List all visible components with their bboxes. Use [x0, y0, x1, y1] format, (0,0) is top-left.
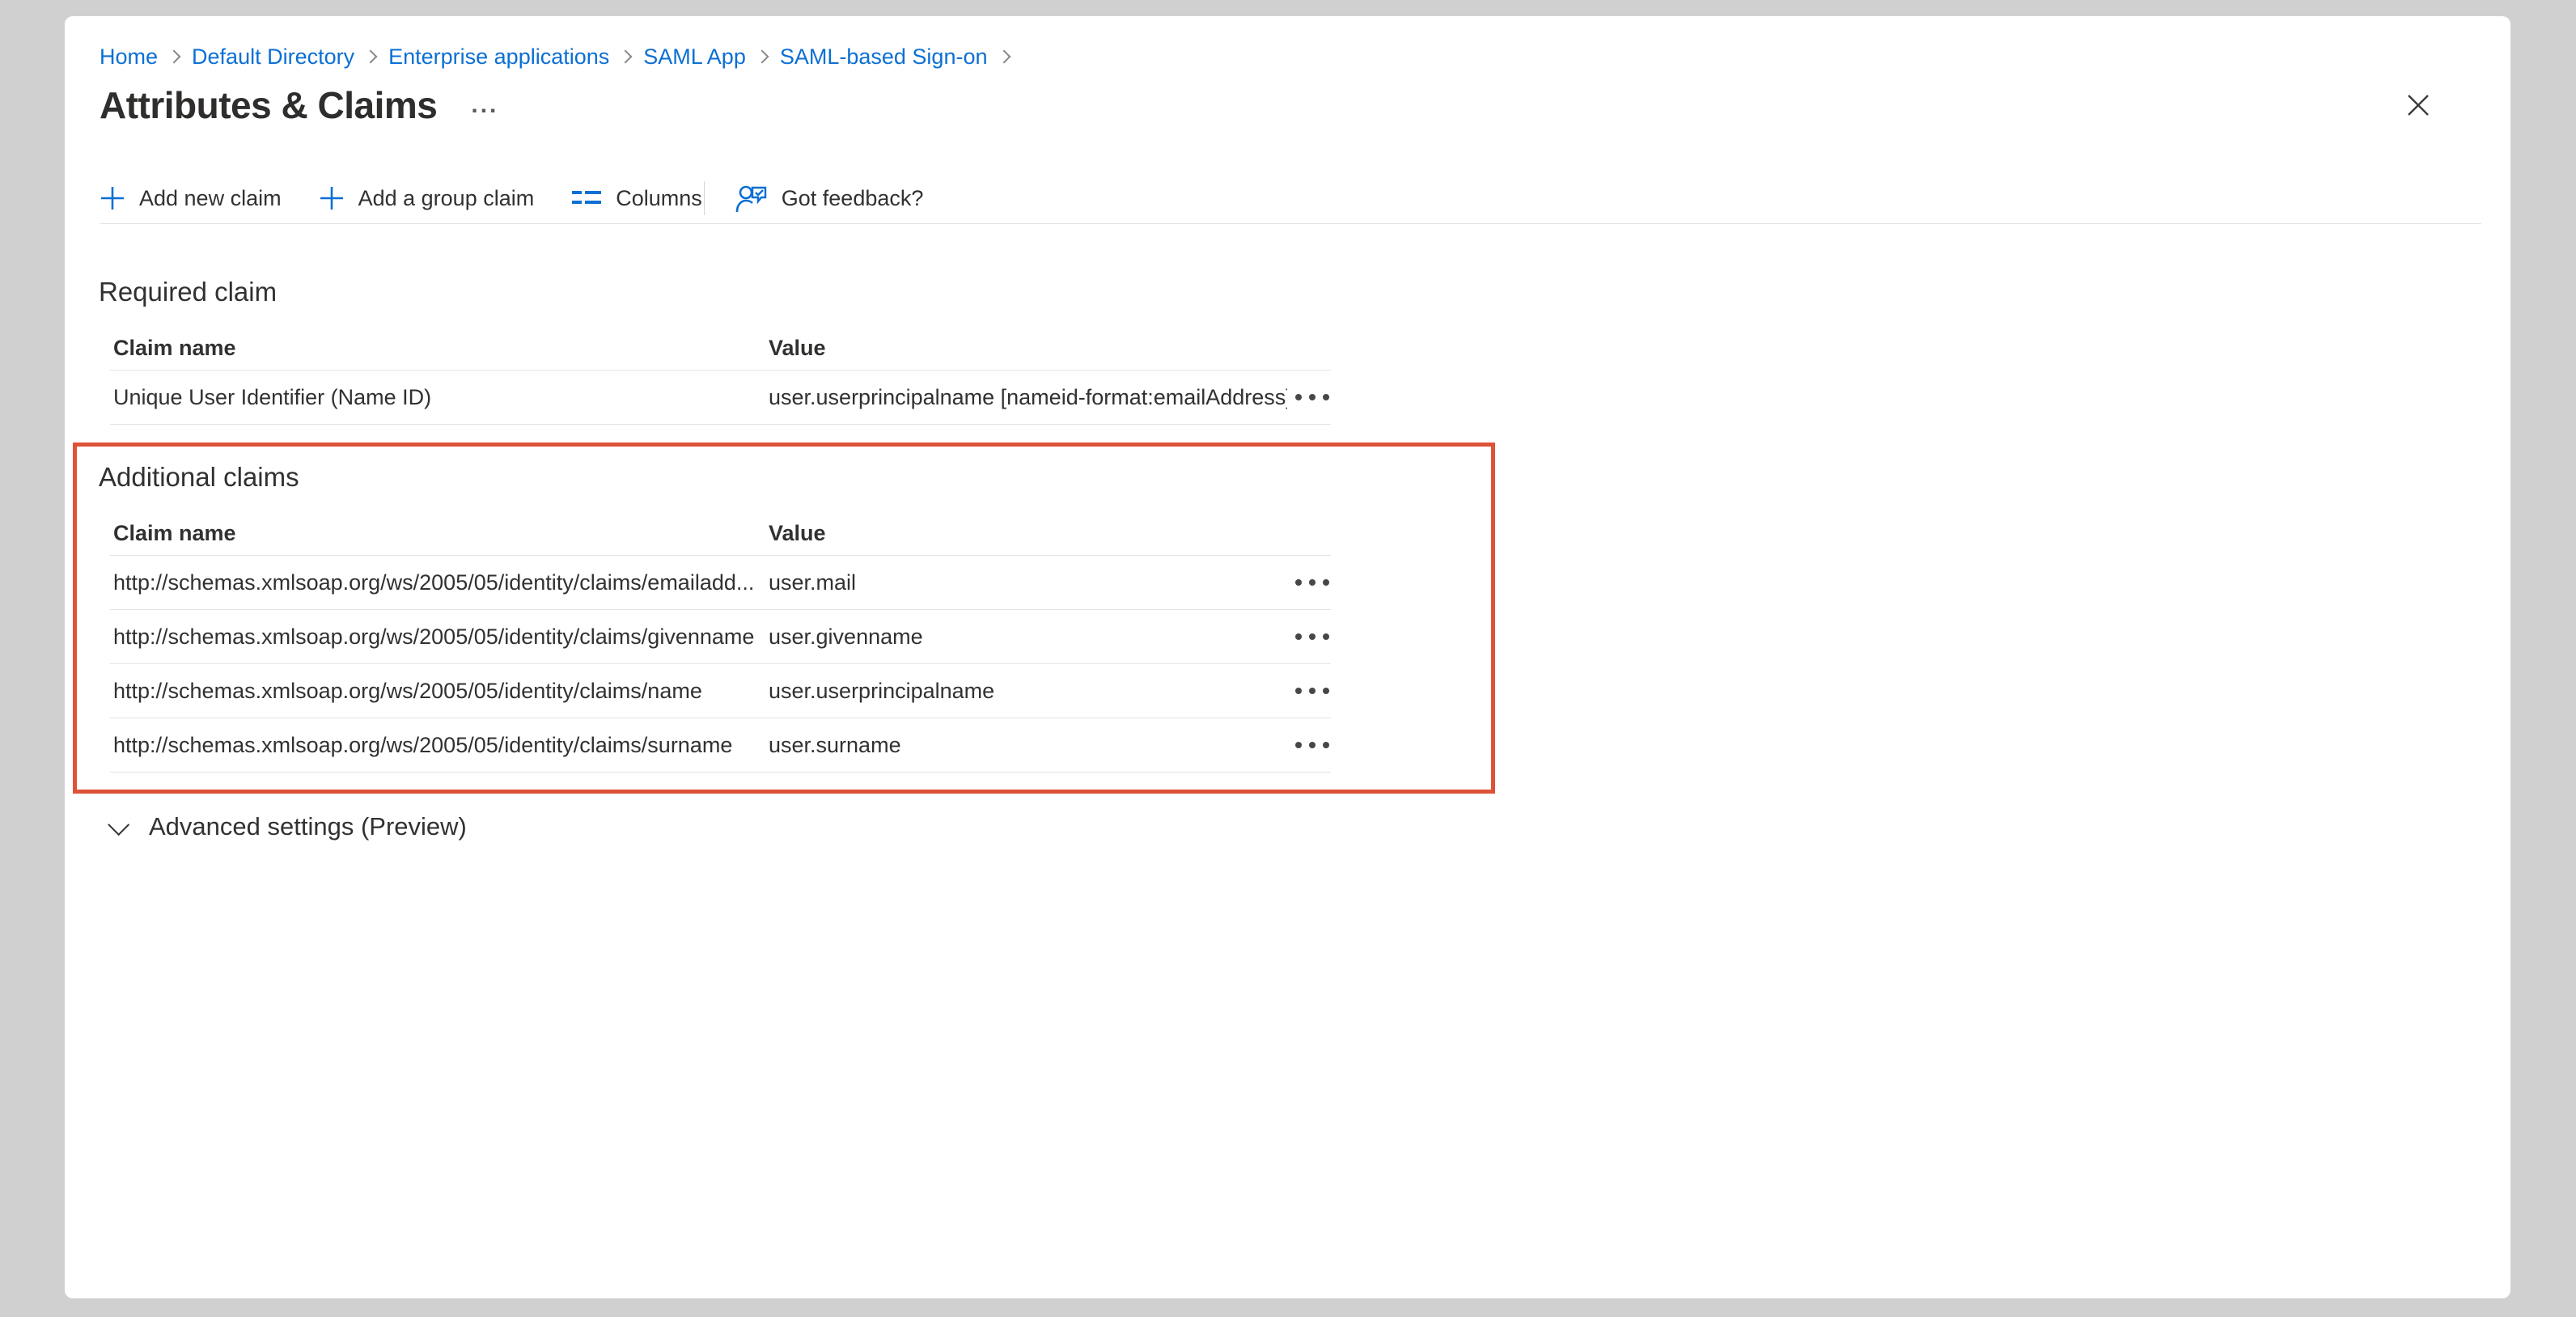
attributes-claims-blade: Home Default Directory Enterprise applic…	[65, 16, 2510, 1298]
required-claim-table: Claim name Value Unique User Identifier …	[110, 326, 1331, 425]
advanced-settings-toggle[interactable]: Advanced settings (Preview)	[110, 809, 467, 845]
claim-value-cell: user.surname	[765, 733, 1287, 758]
claim-value-cell: user.givenname	[765, 625, 1287, 650]
row-more-options-icon[interactable]	[1287, 633, 1331, 640]
advanced-settings-label: Advanced settings (Preview)	[149, 809, 467, 845]
plus-icon	[100, 185, 125, 211]
title-more-options-icon[interactable]: ...	[471, 93, 498, 117]
row-more-options-icon[interactable]	[1287, 579, 1331, 586]
claim-value-cell: user.userprincipalname	[765, 679, 1287, 704]
breadcrumb: Home Default Directory Enterprise applic…	[100, 40, 1022, 73]
additional-claims-heading: Additional claims	[99, 459, 299, 495]
claim-value-cell: user.mail	[765, 570, 1287, 595]
table-row[interactable]: http://schemas.xmlsoap.org/ws/2005/05/id…	[110, 556, 1331, 610]
row-more-options-icon[interactable]	[1287, 394, 1331, 400]
table-row[interactable]: Unique User Identifier (Name ID) user.us…	[110, 371, 1331, 425]
close-icon	[2404, 91, 2432, 119]
column-header-claim-name: Claim name	[110, 336, 765, 361]
add-group-claim-button[interactable]: Add a group claim	[319, 185, 535, 211]
toolbar-separator	[704, 181, 705, 215]
additional-claims-table: Claim name Value http://schemas.xmlsoap.…	[110, 511, 1331, 773]
columns-label: Columns	[616, 186, 702, 211]
command-bar: Add new claim Add a group claim Columns	[100, 173, 2481, 224]
page-title: Attributes & Claims	[100, 81, 437, 129]
row-more-options-icon[interactable]	[1287, 742, 1331, 748]
columns-icon	[571, 187, 602, 210]
additional-claims-highlight-box: Additional claims Claim name Value http:…	[73, 443, 1495, 794]
add-group-claim-label: Add a group claim	[358, 186, 535, 211]
column-header-value: Value	[765, 521, 1287, 546]
chevron-right-icon	[619, 50, 633, 64]
got-feedback-label: Got feedback?	[782, 186, 924, 211]
add-new-claim-label: Add new claim	[139, 186, 282, 211]
blade-header: Attributes & Claims ...	[100, 81, 2478, 129]
table-header-row: Claim name Value	[110, 511, 1331, 556]
got-feedback-button[interactable]: Got feedback?	[735, 183, 924, 214]
claim-name-cell: Unique User Identifier (Name ID)	[110, 385, 765, 410]
table-header-row: Claim name Value	[110, 326, 1331, 371]
breadcrumb-saml-based-sign-on[interactable]: SAML-based Sign-on	[780, 40, 988, 73]
chevron-right-icon	[997, 50, 1010, 64]
column-header-claim-name: Claim name	[110, 521, 765, 546]
add-new-claim-button[interactable]: Add new claim	[100, 185, 282, 211]
breadcrumb-enterprise-applications[interactable]: Enterprise applications	[388, 40, 609, 73]
claim-name-cell: http://schemas.xmlsoap.org/ws/2005/05/id…	[110, 679, 765, 704]
table-row[interactable]: http://schemas.xmlsoap.org/ws/2005/05/id…	[110, 718, 1331, 773]
claim-name-cell: http://schemas.xmlsoap.org/ws/2005/05/id…	[110, 733, 765, 758]
table-row[interactable]: http://schemas.xmlsoap.org/ws/2005/05/id…	[110, 664, 1331, 718]
breadcrumb-home[interactable]: Home	[100, 40, 158, 73]
claim-value-cell: user.userprincipalname [nameid-format:em…	[765, 385, 1287, 410]
chevron-right-icon	[167, 50, 181, 64]
breadcrumb-saml-app[interactable]: SAML App	[643, 40, 746, 73]
chevron-right-icon	[364, 50, 378, 64]
row-more-options-icon[interactable]	[1287, 688, 1331, 694]
breadcrumb-default-directory[interactable]: Default Directory	[192, 40, 354, 73]
table-row[interactable]: http://schemas.xmlsoap.org/ws/2005/05/id…	[110, 610, 1331, 664]
columns-button[interactable]: Columns	[571, 186, 702, 211]
close-blade-button[interactable]	[2400, 87, 2436, 123]
column-header-value: Value	[765, 336, 1287, 361]
chevron-down-icon	[108, 814, 129, 836]
chevron-right-icon	[755, 50, 769, 64]
required-claim-heading: Required claim	[99, 274, 277, 310]
person-feedback-icon	[735, 183, 768, 214]
claim-name-cell: http://schemas.xmlsoap.org/ws/2005/05/id…	[110, 625, 765, 650]
claim-name-cell: http://schemas.xmlsoap.org/ws/2005/05/id…	[110, 570, 765, 595]
plus-icon	[319, 185, 345, 211]
